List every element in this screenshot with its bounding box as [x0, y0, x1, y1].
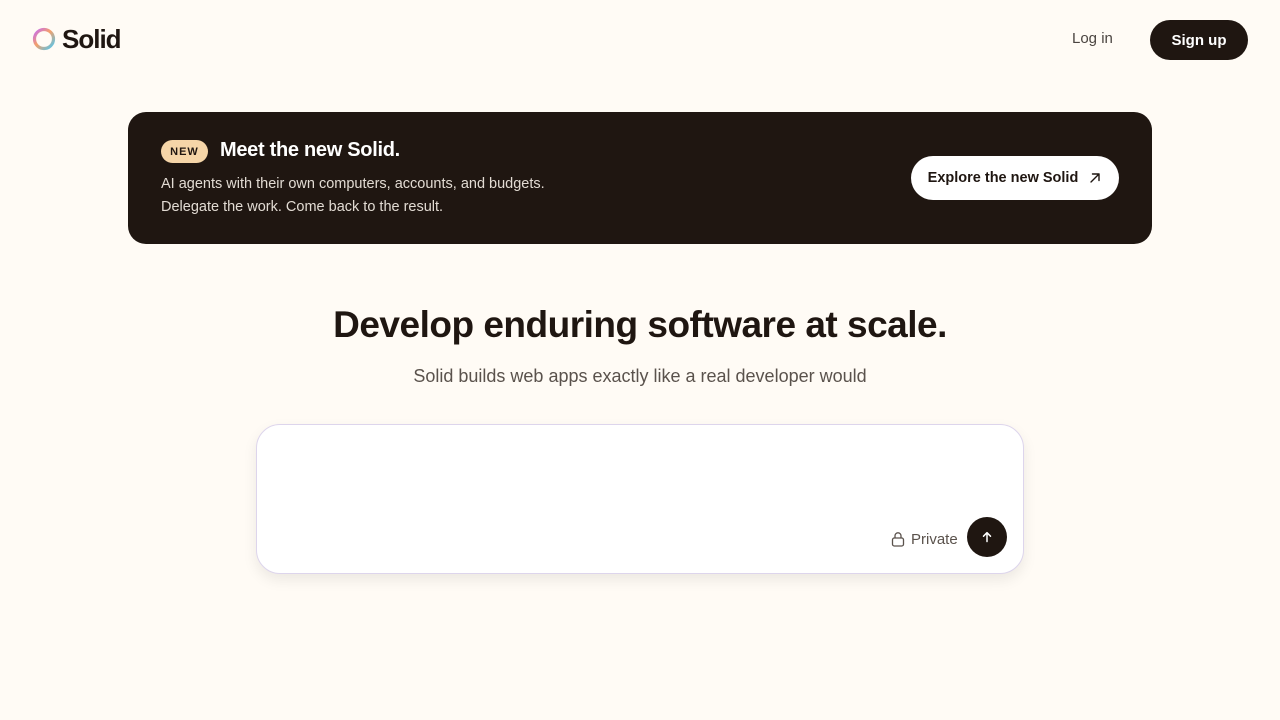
explore-button-label: Explore the new Solid [927, 170, 1079, 186]
new-badge: NEW [161, 140, 208, 163]
hero-subtitle: Solid builds web apps exactly like a rea… [413, 366, 867, 386]
login-link[interactable]: Log in [1072, 30, 1113, 50]
arrow-up-right-icon [1090, 173, 1101, 183]
brand-name: Solid [62, 23, 122, 54]
explore-button[interactable]: Explore the new Solid [911, 156, 1119, 200]
send-button[interactable] [967, 517, 1007, 557]
prompt-box: Private [256, 424, 1024, 574]
hero-title: Develop enduring software at scale. [333, 304, 947, 345]
brand-logo[interactable]: Solid [32, 23, 122, 54]
banner-description-line-2: Delegate the work. Come back to the resu… [161, 199, 444, 215]
prompt-input[interactable] [281, 447, 1001, 527]
banner-title: Meet the new Solid. [220, 139, 400, 161]
site-header: Solid Log in Sign up [0, 0, 1280, 80]
arrow-up-icon [982, 531, 992, 543]
ring-gradient-icon [32, 27, 56, 51]
private-toggle[interactable]: Private [891, 527, 958, 551]
banner-description-line-1: AI agents with their own computers, acco… [161, 176, 545, 192]
announcement-banner: NEW Meet the new Solid. AI agents with t… [128, 112, 1152, 244]
lock-icon [891, 532, 905, 547]
private-label: Private [911, 530, 958, 548]
signup-button[interactable]: Sign up [1150, 20, 1248, 60]
